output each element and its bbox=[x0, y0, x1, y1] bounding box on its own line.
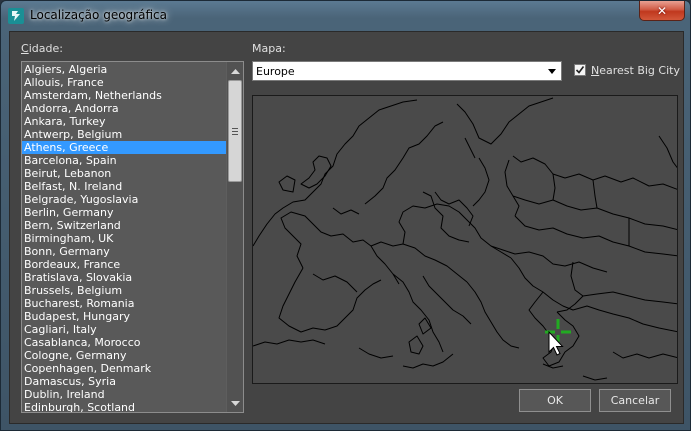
city-list-item[interactable]: Amsterdam, Netherlands bbox=[22, 89, 226, 102]
map-select-value: Europe bbox=[256, 65, 295, 78]
dialog-body: Cidade: Mapa: Algiers, Algeria Allouis, F… bbox=[9, 31, 684, 424]
city-list-item[interactable]: Athens, Greece bbox=[22, 141, 226, 154]
city-list-item[interactable]: Bordeaux, France bbox=[22, 258, 226, 271]
city-list-item[interactable]: Copenhagen, Denmark bbox=[22, 362, 226, 375]
map-label: Mapa: bbox=[252, 42, 286, 55]
cancel-button[interactable]: Cancelar bbox=[599, 389, 671, 412]
city-list-item[interactable]: Bucharest, Romania bbox=[22, 297, 226, 310]
dialog-window: Localização geográfica ✕ Cidade: Mapa: A… bbox=[0, 0, 691, 431]
city-list-item[interactable]: Edinburgh, Scotland bbox=[22, 401, 226, 412]
ok-button[interactable]: OK bbox=[519, 389, 591, 412]
city-list-item[interactable]: Budapest, Hungary bbox=[22, 310, 226, 323]
city-list-item[interactable]: Bonn, Germany bbox=[22, 245, 226, 258]
map-select[interactable]: Europe bbox=[252, 61, 562, 81]
app-icon bbox=[8, 8, 24, 24]
scroll-up-arrow-icon[interactable] bbox=[227, 63, 243, 79]
checkmark-icon bbox=[575, 66, 585, 74]
city-list-item[interactable]: Damascus, Syria bbox=[22, 375, 226, 388]
nearest-city-checkbox[interactable] bbox=[574, 64, 586, 76]
city-listbox[interactable]: Algiers, Algeria Allouis, France Amsterdam… bbox=[21, 61, 244, 413]
city-list-item[interactable]: Belgrade, Yugoslavia bbox=[22, 193, 226, 206]
grip-icon bbox=[232, 127, 238, 135]
city-list-item[interactable]: Cagliari, Italy bbox=[22, 323, 226, 336]
europe-map[interactable] bbox=[252, 95, 678, 384]
window-title: Localização geográfica bbox=[30, 8, 167, 22]
city-list-item[interactable]: Algiers, Algeria bbox=[22, 63, 226, 76]
nearest-city-label[interactable]: Nearest Big City bbox=[591, 64, 680, 77]
scroll-down-arrow-icon[interactable] bbox=[227, 395, 243, 411]
close-button[interactable]: ✕ bbox=[639, 1, 685, 21]
city-list-item[interactable]: Beirut, Lebanon bbox=[22, 167, 226, 180]
city-list-item[interactable]: Antwerp, Belgium bbox=[22, 128, 226, 141]
scroll-thumb[interactable] bbox=[228, 80, 242, 182]
city-list-item[interactable]: Ankara, Turkey bbox=[22, 115, 226, 128]
title-bar[interactable]: Localização geográfica ✕ bbox=[1, 1, 690, 31]
city-list-item[interactable]: Belfast, N. Ireland bbox=[22, 180, 226, 193]
map-outline-icon bbox=[253, 97, 677, 381]
city-list-item[interactable]: Cologne, Germany bbox=[22, 349, 226, 362]
city-list-item[interactable]: Andorra, Andorra bbox=[22, 102, 226, 115]
close-icon: ✕ bbox=[656, 3, 668, 18]
city-list-item[interactable]: Dublin, Ireland bbox=[22, 388, 226, 401]
city-list-item[interactable]: Brussels, Belgium bbox=[22, 284, 226, 297]
city-list-item[interactable]: Birmingham, UK bbox=[22, 232, 226, 245]
city-list-items: Algiers, Algeria Allouis, France Amsterdam… bbox=[22, 63, 226, 412]
city-list-item[interactable]: Bern, Switzerland bbox=[22, 219, 226, 232]
city-list-scrollbar[interactable] bbox=[226, 62, 243, 412]
city-list-item[interactable]: Casablanca, Morocco bbox=[22, 336, 226, 349]
city-list-item[interactable]: Barcelona, Spain bbox=[22, 154, 226, 167]
chevron-down-icon[interactable] bbox=[545, 64, 559, 78]
city-label: Cidade: bbox=[21, 42, 63, 55]
city-list-item[interactable]: Allouis, France bbox=[22, 76, 226, 89]
city-list-item[interactable]: Bratislava, Slovakia bbox=[22, 271, 226, 284]
city-list-item[interactable]: Berlin, Germany bbox=[22, 206, 226, 219]
